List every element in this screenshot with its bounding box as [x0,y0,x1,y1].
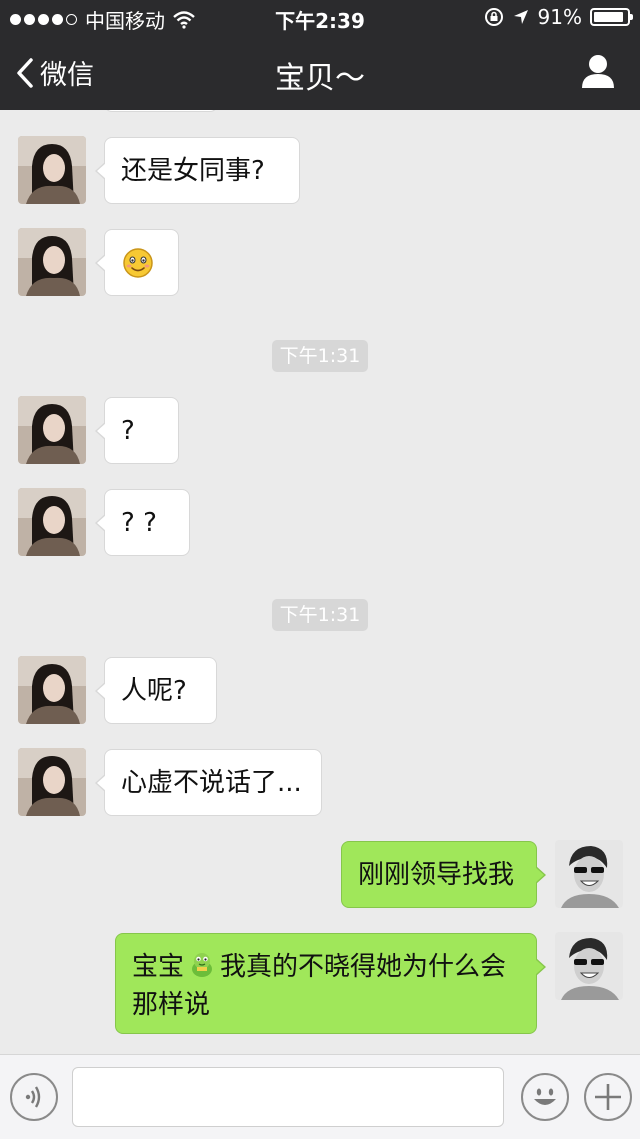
voice-icon [25,1086,41,1108]
avatar-girl[interactable] [18,396,86,464]
message-bubble-sent[interactable]: 宝宝 我真的不晓得她为什么会 那样说 [115,933,546,1034]
avatar-girl[interactable] [18,228,86,296]
emoji-icon [534,1088,556,1105]
message-bubble-sent[interactable]: 刚刚领导找我 [341,841,546,908]
plus-icon [595,1084,621,1110]
message-bubble[interactable]: 人呢? [95,657,217,724]
timestamp-chip: 下午1:31 [272,599,368,631]
avatar-girl[interactable] [18,136,86,204]
emoji-button[interactable] [521,1073,569,1121]
location-icon [513,10,528,24]
battery-percent: 91% [537,5,582,29]
timestamp-chip: 下午1:31 [272,340,368,372]
more-button[interactable] [584,1073,632,1121]
message-input[interactable] [72,1067,504,1127]
avatar-girl[interactable] [18,656,86,724]
nav-bar: 微信 宝贝～ [0,34,640,110]
avatar-girl[interactable] [18,488,86,556]
user-icon[interactable] [580,52,616,90]
message-bubble[interactable]: ? [95,397,179,464]
message-bubble-emoji[interactable] [95,229,179,296]
chevron-left-icon [17,57,33,88]
input-bar [0,1054,640,1139]
chat-title: 宝贝～ [275,61,365,96]
message-line-1: 宝宝 我真的不晓得她为什么会 [132,948,520,986]
rotation-lock-icon [484,8,503,26]
message-bubble[interactable]: 还是女同事? [95,137,300,204]
battery-icon [590,8,633,26]
message-text: 宝宝 [132,952,185,982]
message-list[interactable]: 还是女同事? 下午1:31 ? ? ? 下午1:31 人呢? 心虚不说话了...… [0,110,640,1054]
message-line-2: 那样说 [132,990,211,1020]
message-bubble-partial [104,110,218,112]
smile-emoji-icon [123,248,153,278]
avatar-self[interactable] [555,932,623,1000]
back-button[interactable]: 微信 [14,53,94,92]
frog-emoji-icon [192,953,213,977]
back-label: 微信 [40,60,94,91]
message-bubble[interactable]: ? ? [95,489,190,556]
chat-screen: 中国移动 下午2:39 91% 微信 宝贝～ 还是女同事? 下午1:31 ? ?… [0,0,640,1139]
message-bubble[interactable]: 心虚不说话了... [95,749,322,816]
message-text: 我真的不晓得她为什么会 [220,952,507,982]
avatar-self[interactable] [555,840,623,908]
voice-button[interactable] [10,1073,58,1121]
status-bar: 中国移动 下午2:39 91% [0,0,640,34]
avatar-girl[interactable] [18,748,86,816]
